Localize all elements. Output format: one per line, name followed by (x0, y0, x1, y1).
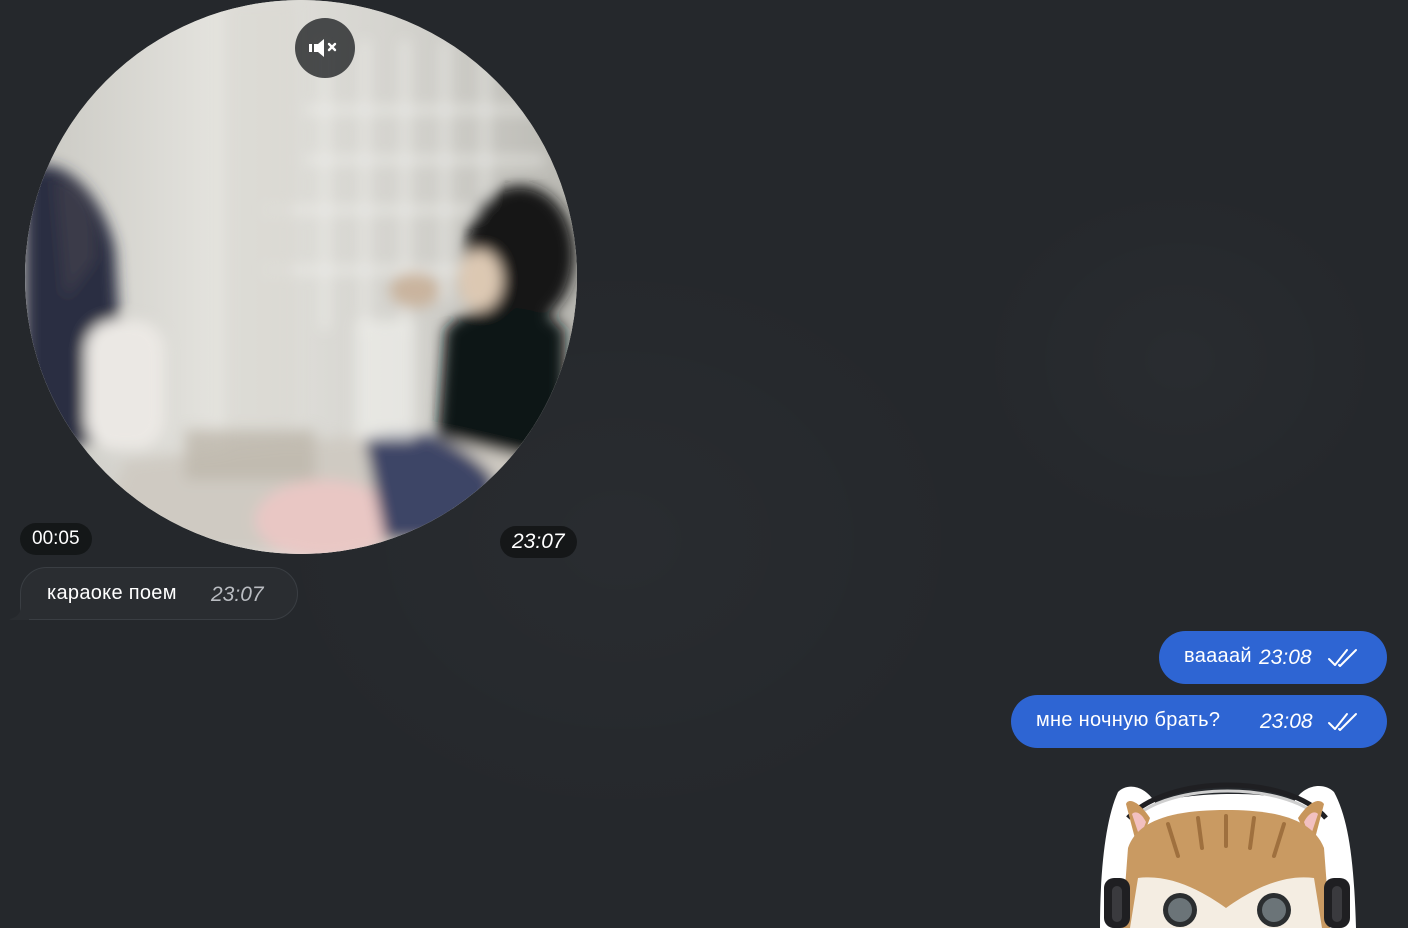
message-text: ваааай (1184, 645, 1252, 667)
message-timestamp: 23:08 (1260, 710, 1313, 733)
video-duration-badge: 00:05 (20, 523, 92, 555)
double-check-icon (1328, 713, 1357, 731)
message-timestamp: 23:07 (211, 583, 264, 606)
message-text: караоке поем (47, 582, 177, 604)
video-frame (25, 0, 577, 554)
mute-toggle-button[interactable] (295, 18, 355, 78)
incoming-message-bubble[interactable]: караоке поем 23:07 (9, 567, 298, 620)
message-text: мне ночную брать? (1036, 709, 1221, 731)
speaker-muted-icon (309, 39, 337, 57)
outgoing-message-bubble[interactable]: ваааай 23:08 (1159, 631, 1387, 684)
message-timestamp: 23:08 (1259, 646, 1312, 669)
bubble-tail (9, 606, 29, 620)
video-message-circle[interactable] (25, 0, 577, 554)
video-timestamp: 23:07 (500, 526, 577, 558)
double-check-icon (1328, 649, 1357, 667)
cat-with-headphones-sticker[interactable] (1098, 778, 1356, 928)
outgoing-message-bubble[interactable]: мне ночную брать? 23:08 (1011, 695, 1387, 748)
